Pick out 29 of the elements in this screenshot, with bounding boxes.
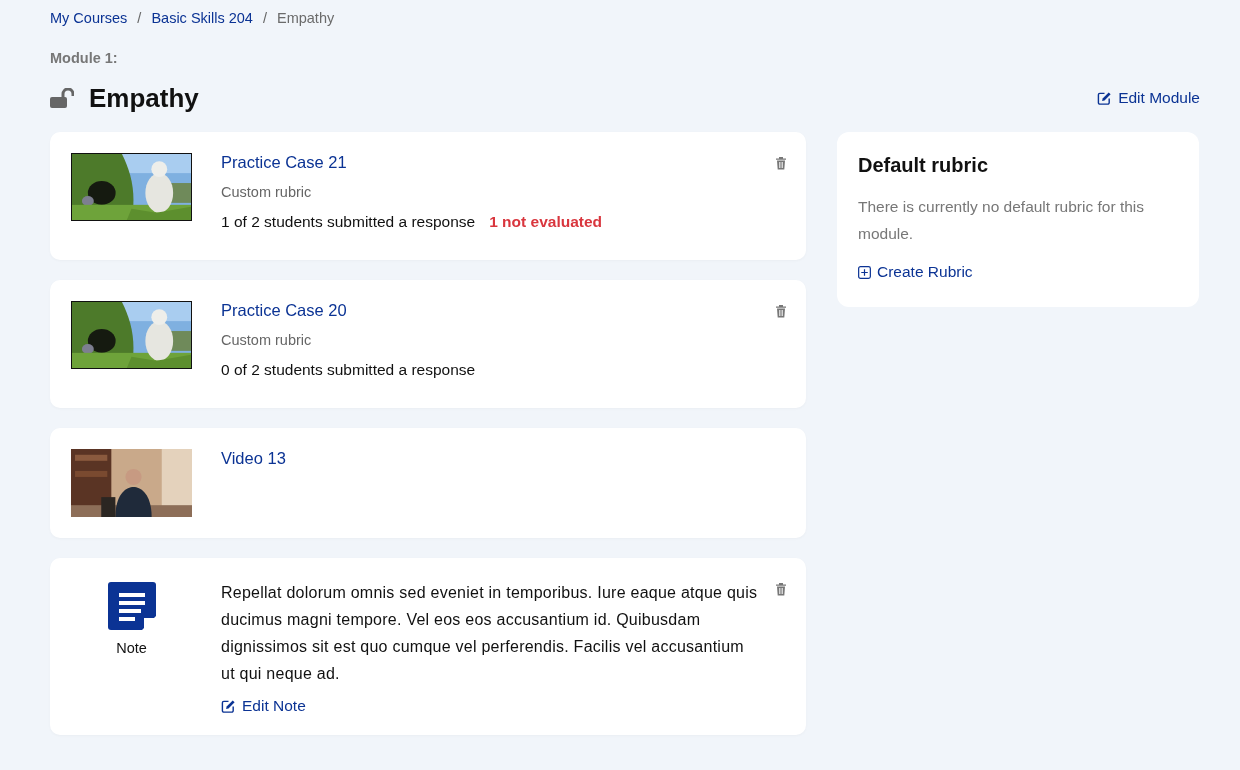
module-title: Empathy bbox=[89, 82, 199, 114]
edit-module-link[interactable]: Edit Module bbox=[1097, 89, 1200, 107]
breadcrumb-link[interactable]: Basic Skills 204 bbox=[151, 10, 253, 26]
note-text: Repellat dolorum omnis sed eveniet in temporibus. Iure eaque atque quis ducimus magni tempore. Vel eos eos accusantium id. Quibusdam dignissimos sit est quo cumque vel perferendis. Facilis vel accusantium ut qui neque ad. bbox=[221, 583, 759, 684]
submission-status: 1 of 2 students submitted a response bbox=[221, 213, 476, 231]
edit-icon bbox=[221, 698, 236, 714]
breadcrumb-link[interactable]: My Courses bbox=[50, 10, 128, 26]
panel-text: There is currently no default rubric for this module. bbox=[858, 197, 1145, 244]
breadcrumb-current: Empathy bbox=[276, 10, 335, 26]
trash-icon[interactable] bbox=[775, 156, 787, 170]
rubric-label: Custom rubric bbox=[221, 184, 313, 200]
trash-icon[interactable] bbox=[775, 304, 787, 318]
case-title-link[interactable]: Practice Case 21 bbox=[221, 153, 603, 172]
edit-note-link[interactable]: Edit Note bbox=[221, 697, 761, 715]
create-rubric-link[interactable]: Create Rubric bbox=[858, 263, 973, 281]
trash-icon[interactable] bbox=[775, 582, 787, 596]
note-label: Note bbox=[116, 640, 147, 656]
evaluation-alert-text: 1 not evaluated bbox=[489, 213, 603, 231]
plus-icon bbox=[858, 265, 871, 279]
breadcrumb-separator: / bbox=[262, 10, 267, 26]
module-label: Module 1: bbox=[50, 50, 119, 66]
edit-icon bbox=[1097, 90, 1113, 106]
breadcrumb-separator: / bbox=[137, 10, 142, 26]
video-title-link[interactable]: Video 13 bbox=[221, 449, 286, 468]
note-icon bbox=[107, 582, 156, 630]
panel-title: Default rubric bbox=[858, 154, 990, 177]
case-title-link[interactable]: Practice Case 20 bbox=[221, 301, 476, 320]
rubric-label: Custom rubric bbox=[221, 332, 313, 348]
submission-status: 0 of 2 students submitted a response bbox=[221, 361, 476, 379]
